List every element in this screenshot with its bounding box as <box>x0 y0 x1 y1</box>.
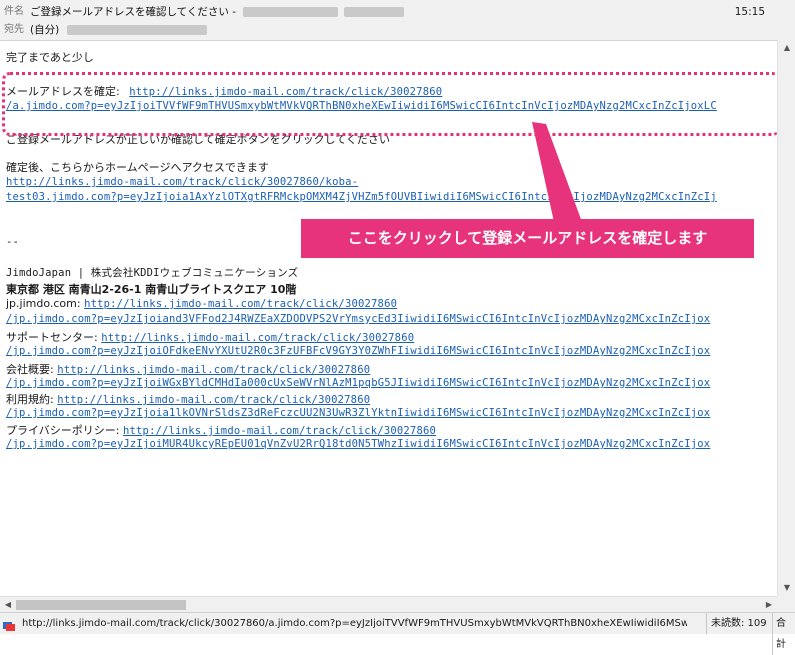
signature-separator: -- <box>6 236 20 248</box>
highlight-box <box>2 72 780 136</box>
intro-text: 完了まであと少し <box>6 51 94 64</box>
scroll-right-icon[interactable]: ▶ <box>761 597 777 613</box>
horizontal-scroll-thumb[interactable] <box>16 600 186 610</box>
status-url: http://links.jimdo-mail.com/track/click/… <box>22 618 687 629</box>
subject-label: 件名 <box>4 6 24 17</box>
status-bar: http://links.jimdo-mail.com/track/click/… <box>0 612 795 655</box>
homepage-link-continued[interactable]: test03.jimdo.com?p=eyJzIjoia1AxYzlOTXgtR… <box>6 191 717 203</box>
subject-row: 件名 ご登録メールアドレスを確認してください - 15:15 <box>0 3 795 21</box>
to-label: 宛先 <box>4 24 24 35</box>
footer-link-support: サポートセンター: http://links.jimdo-mail.com/tr… <box>6 331 415 344</box>
footer-link-support-continued[interactable]: /jp.jimdo.com?p=eyJzIjoiOFdkeENvYXUtU2R0… <box>6 345 710 357</box>
unread-count: 未読数: 109 <box>706 613 767 634</box>
footer-link-jimdo-continued[interactable]: /jp.jimdo.com?p=eyJzIjoiand3VFFod2J4RWZE… <box>6 313 710 325</box>
footer-link-terms: 利用規約: http://links.jimdo-mail.com/track/… <box>6 393 371 406</box>
company-address: 東京都 港区 南青山2-26-1 南青山ブライトスクエア 10階 <box>6 283 297 296</box>
footer-link-privacy: プライバシーポリシー: http://links.jimdo-mail.com/… <box>6 424 437 437</box>
to-text: (自分) <box>30 21 207 39</box>
footer-link-company: 会社概要: http://links.jimdo-mail.com/track/… <box>6 363 371 376</box>
footer-link-privacy-continued[interactable]: /jp.jimdo.com?p=eyJzIjoiMUR4UkcyREpEU01q… <box>6 438 710 450</box>
homepage-link[interactable]: http://links.jimdo-mail.com/track/click/… <box>6 176 358 188</box>
total-count: 合計 <box>772 613 795 655</box>
redacted-email <box>243 7 339 17</box>
after-text: 確定後、こちらからホームページへアクセスできます <box>6 161 269 174</box>
redacted-email <box>343 7 404 17</box>
scroll-corner <box>777 596 795 612</box>
scroll-down-icon[interactable]: ▼ <box>778 580 795 596</box>
message-header: 件名 ご登録メールアドレスを確認してください - 15:15 宛先 (自分) <box>0 0 795 40</box>
scroll-left-icon[interactable]: ◀ <box>0 597 16 613</box>
footer-link-company-continued[interactable]: /jp.jimdo.com?p=eyJzIjoiWGxBYldCMHdIa000… <box>6 377 710 389</box>
footer-link-jimdo: jp.jimdo.com: http://links.jimdo-mail.co… <box>6 297 398 310</box>
received-time: 15:15 <box>734 6 765 18</box>
callout-banner: ここをクリックして登録メールアドレスを確定します <box>301 219 754 258</box>
subject-text: ご登録メールアドレスを確認してください - <box>30 3 404 21</box>
company-name: JimdoJapan | 株式会社KDDIウェブコミュニケーションズ <box>6 267 299 279</box>
scroll-up-icon[interactable]: ▲ <box>778 40 795 56</box>
footer-link-terms-continued[interactable]: /jp.jimdo.com?p=eyJzIjoia1lkOVNrSldsZ3dR… <box>6 407 710 419</box>
to-row: 宛先 (自分) <box>0 21 795 39</box>
link-status-icon <box>3 618 15 631</box>
horizontal-scrollbar[interactable]: ◀ ▶ <box>0 596 777 613</box>
vertical-scrollbar[interactable]: ▲ ▼ <box>777 40 795 596</box>
redacted-recipient <box>66 25 207 35</box>
